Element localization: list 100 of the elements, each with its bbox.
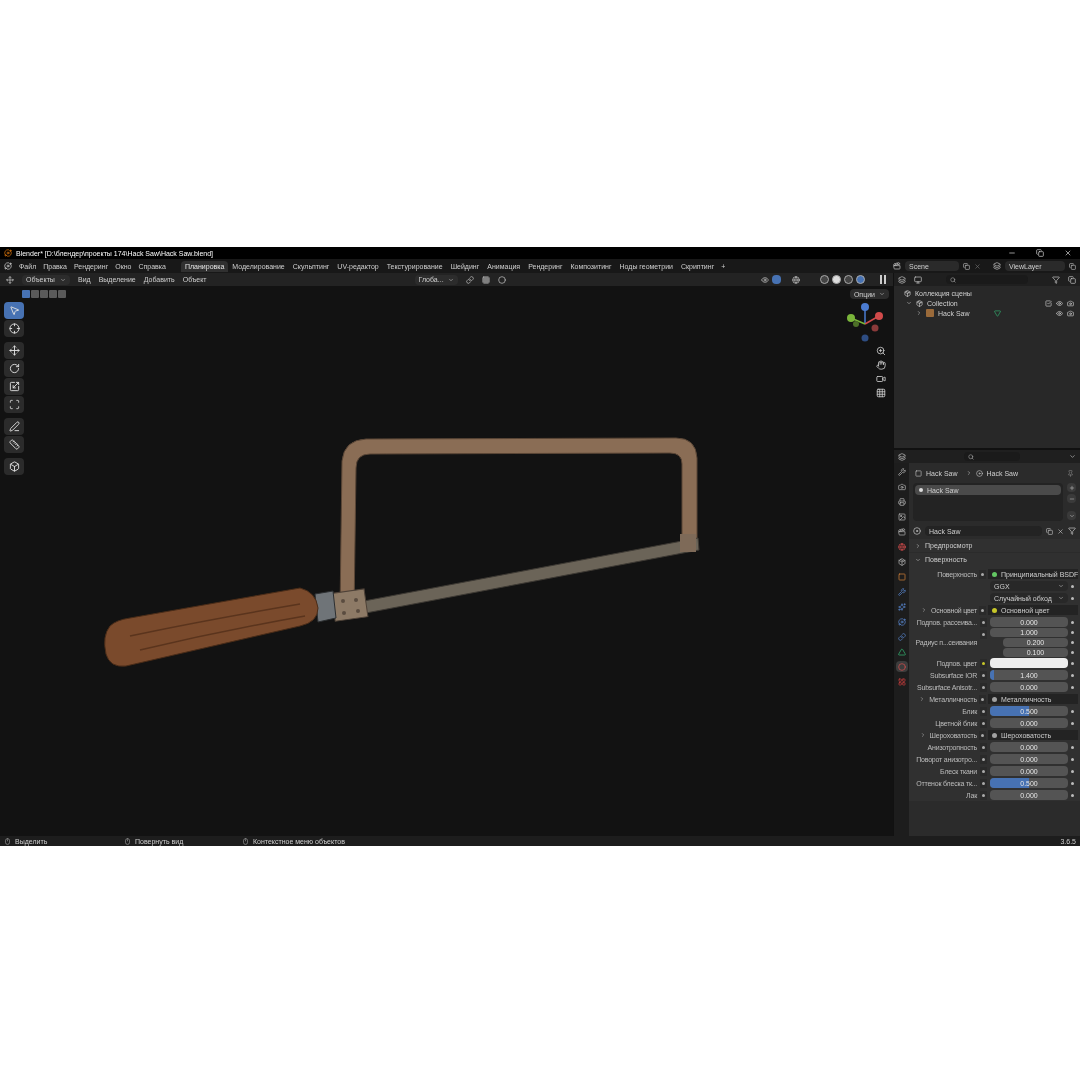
image-icon	[897, 512, 906, 521]
filter-icon[interactable]	[1052, 275, 1060, 284]
sparkles-icon	[897, 602, 906, 611]
camera-icon[interactable]	[1067, 299, 1074, 307]
search-icon	[950, 276, 956, 283]
scale-icon	[8, 381, 20, 392]
caret-icon	[1068, 512, 1075, 519]
object-icon	[915, 469, 922, 477]
properties-tab[interactable]	[895, 496, 908, 507]
ruler-icon	[8, 439, 20, 450]
checkbox-icon[interactable]	[1045, 299, 1052, 307]
object-icon	[926, 309, 934, 317]
cube-icon	[8, 461, 20, 472]
mouse-icon	[124, 837, 131, 845]
properties-tab[interactable]	[895, 526, 908, 537]
triangle-icon	[897, 647, 906, 656]
pen-icon	[8, 421, 20, 432]
collection-icon	[904, 289, 911, 297]
crosshair-icon	[8, 323, 20, 334]
tool-button[interactable]	[4, 360, 24, 377]
new-collection-icon[interactable]	[1068, 275, 1076, 284]
link-icon	[897, 632, 906, 641]
search-field[interactable]	[946, 275, 1028, 284]
search-icon	[968, 453, 974, 460]
tool-button[interactable]	[4, 418, 24, 435]
tool-button[interactable]	[4, 436, 24, 453]
properties-tab[interactable]	[895, 481, 908, 492]
pause-icon[interactable]	[879, 275, 887, 284]
properties-tab[interactable]	[895, 466, 908, 477]
tool-button[interactable]	[4, 342, 24, 359]
hand-icon[interactable]	[876, 360, 886, 370]
tool-button[interactable]	[4, 302, 24, 319]
editor-type-icon[interactable]	[898, 452, 906, 461]
slot-menu-button[interactable]	[1067, 511, 1076, 520]
proportional-icon[interactable]	[497, 275, 506, 284]
collection-icon	[916, 299, 923, 307]
properties-tab[interactable]	[895, 616, 908, 627]
tool-button[interactable]	[4, 378, 24, 395]
sphere-icon	[897, 662, 906, 671]
eye-icon[interactable]	[1056, 299, 1063, 307]
properties-tab[interactable]	[895, 511, 908, 522]
tool-button[interactable]	[4, 396, 24, 413]
properties-tab[interactable]	[895, 556, 908, 567]
material-icon	[975, 469, 983, 477]
caret-icon	[879, 291, 885, 297]
camera-icon[interactable]	[1067, 309, 1074, 317]
tool-button[interactable]	[4, 458, 24, 475]
disclosure-icon[interactable]	[915, 542, 921, 549]
color-swatch[interactable]	[990, 658, 1068, 668]
disclosure-icon[interactable]	[906, 300, 912, 306]
display-mode-icon[interactable]	[914, 275, 922, 284]
move-icon	[8, 345, 20, 356]
properties-tab[interactable]	[895, 541, 908, 552]
plus-icon	[1068, 484, 1075, 491]
caret-icon[interactable]	[1069, 453, 1076, 460]
scene-icon	[893, 262, 901, 270]
editor-type-icon[interactable]	[6, 275, 14, 284]
close-icon[interactable]	[1057, 527, 1064, 535]
wrench-icon	[897, 587, 906, 596]
disclosure-icon[interactable]	[916, 310, 922, 316]
chevron-icon	[965, 470, 972, 476]
duplicate-icon[interactable]	[1046, 527, 1053, 535]
minus-icon	[1068, 495, 1075, 502]
editor-type-icon[interactable]	[898, 275, 906, 284]
new-scene-icon[interactable]	[963, 262, 970, 270]
zoom-icon[interactable]	[876, 346, 886, 356]
camera-icon	[897, 482, 906, 491]
visibility-icon[interactable]	[761, 275, 769, 284]
properties-tab[interactable]	[895, 601, 908, 612]
gizmo-toggle-icon[interactable]	[772, 275, 781, 284]
orbit-icon	[897, 617, 906, 626]
pointer-icon	[8, 305, 20, 316]
add-slot-button[interactable]	[1067, 483, 1076, 492]
grid-icon[interactable]	[876, 388, 886, 398]
search-field[interactable]	[964, 452, 1020, 461]
printer-icon	[897, 497, 906, 506]
properties-tab[interactable]	[895, 646, 908, 657]
wrench-icon	[897, 467, 906, 476]
new-view-layer-icon[interactable]	[1069, 262, 1076, 270]
camera-icon[interactable]	[876, 374, 886, 384]
maximize-icon[interactable]	[1036, 249, 1044, 257]
view-layer-icon	[993, 262, 1001, 270]
caret-icon	[447, 276, 454, 283]
square-icon	[897, 572, 906, 581]
globe-icon	[897, 542, 906, 551]
material-icon[interactable]	[913, 527, 921, 535]
eye-icon[interactable]	[1056, 309, 1063, 317]
properties-tab[interactable]	[895, 661, 908, 672]
checker-icon	[897, 677, 906, 686]
box-icon	[897, 557, 906, 566]
mouse-icon	[242, 837, 249, 845]
app-logo-icon	[4, 249, 12, 257]
blender-menu-icon[interactable]	[4, 262, 12, 270]
mesh-icon	[993, 309, 1001, 317]
tool-button[interactable]	[4, 320, 24, 337]
caret-icon	[60, 276, 66, 283]
disclosure-icon[interactable]	[915, 556, 921, 563]
properties-tab[interactable]	[895, 586, 908, 597]
axis-gizmo-icon[interactable]	[845, 302, 885, 344]
scene-icon	[897, 527, 906, 536]
